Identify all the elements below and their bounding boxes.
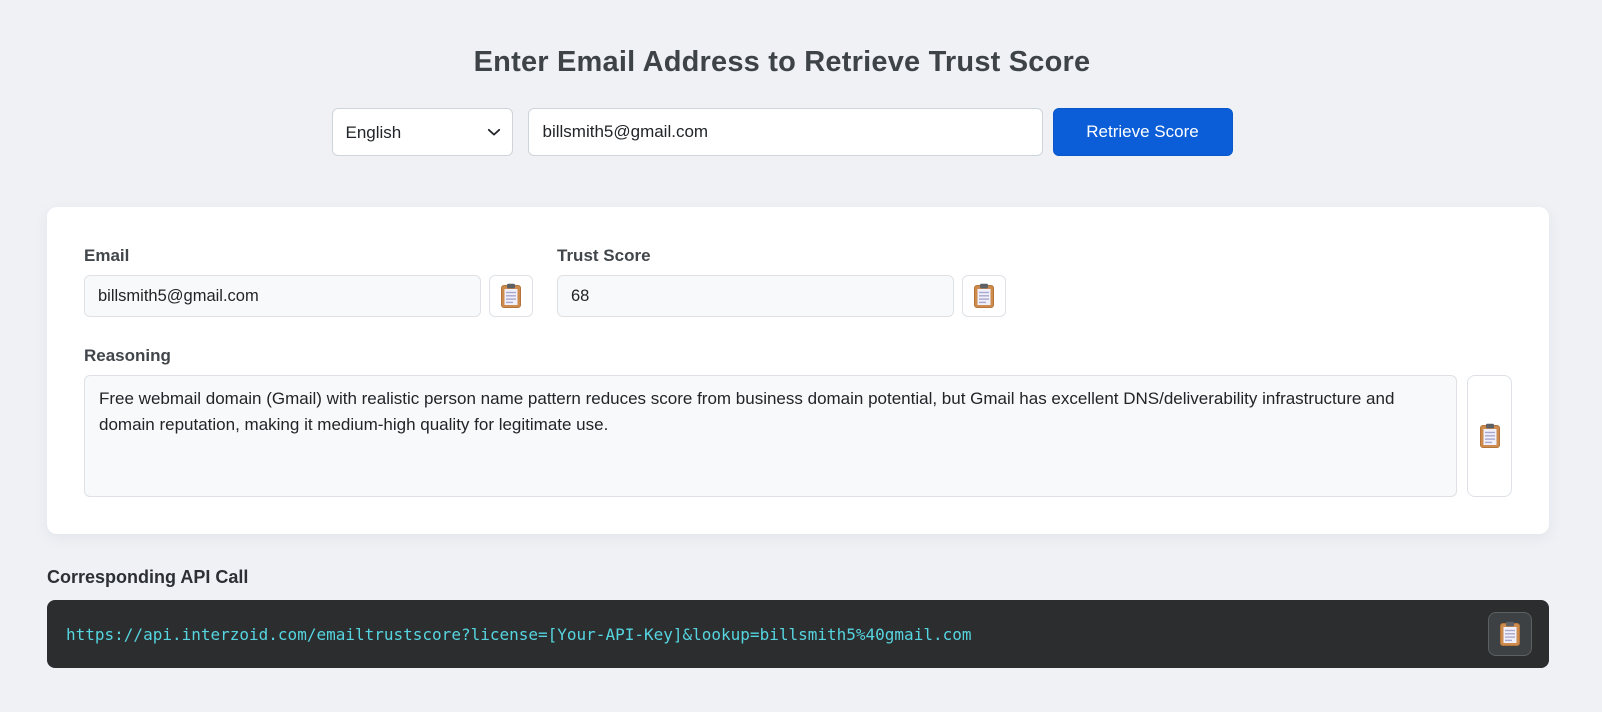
- language-select[interactable]: English: [331, 108, 513, 156]
- copy-reasoning-button[interactable]: [1467, 375, 1512, 497]
- api-call-bar: https://api.interzoid.com/emailtrustscor…: [47, 600, 1549, 668]
- entry-controls-row: English Retrieve Score: [47, 108, 1517, 156]
- trust-score-label: Trust Score: [557, 246, 651, 265]
- retrieve-score-button[interactable]: Retrieve Score: [1052, 108, 1233, 156]
- copy-trust-score-button[interactable]: [962, 275, 1006, 317]
- email-field-group: Email: [84, 246, 533, 317]
- trust-score-field-line: [557, 275, 1006, 317]
- reasoning-label: Reasoning: [84, 346, 171, 365]
- email-field-line: [84, 275, 533, 317]
- email-result-field[interactable]: [84, 275, 481, 317]
- copy-email-button[interactable]: [489, 275, 533, 317]
- result-fields-row: Email billsmith5@gmail.com Trust Score 6…: [84, 246, 1512, 317]
- clipboard-icon: [501, 283, 521, 308]
- api-call-url: https://api.interzoid.com/emailtrustscor…: [66, 624, 972, 644]
- copy-api-url-button[interactable]: [1488, 612, 1532, 656]
- reasoning-field-line: Free webmail domain (Gmail) with realist…: [84, 375, 1512, 497]
- api-call-heading: Corresponding API Call: [47, 567, 249, 587]
- clipboard-icon: [974, 283, 994, 308]
- entry-section: Enter Email Address to Retrieve Trust Sc…: [47, 0, 1517, 156]
- result-card: Email billsmith5@gmail.com Trust Score 6…: [47, 207, 1549, 534]
- trust-score-result-field[interactable]: [557, 275, 954, 317]
- clipboard-icon: [1479, 423, 1500, 448]
- email-label: Email: [84, 246, 130, 265]
- reasoning-block: Reasoning Free webmail domain (Gmail) wi…: [84, 346, 1512, 497]
- page-wrapper: Enter Email Address to Retrieve Trust Sc…: [47, 0, 1549, 668]
- email-lookup-input[interactable]: [527, 108, 1043, 156]
- clipboard-icon: [1500, 621, 1520, 646]
- trust-score-field-group: Trust Score: [557, 246, 1006, 317]
- language-select-wrap: English: [331, 108, 513, 156]
- reasoning-result-field[interactable]: Free webmail domain (Gmail) with realist…: [84, 375, 1457, 497]
- page-title: Enter Email Address to Retrieve Trust Sc…: [473, 46, 1091, 78]
